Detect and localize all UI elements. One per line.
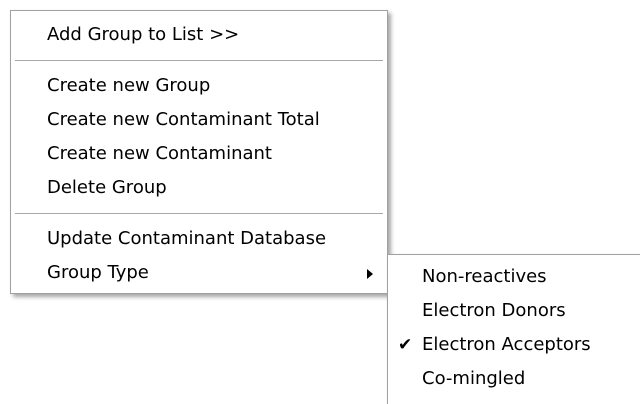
menu-item-label: Create new Group (47, 75, 211, 96)
context-menu: Add Group to List >> Create new Group Cr… (10, 10, 388, 294)
submenu-item-label: Electron Donors (422, 300, 566, 321)
menu-item-group-type[interactable]: Group Type (11, 256, 387, 290)
submenu-arrow-icon (367, 269, 373, 279)
checkmark-icon: ✔ (398, 335, 413, 355)
menu-item-add-group-to-list[interactable]: Add Group to List >> (11, 18, 387, 52)
submenu-item-non-reactives[interactable]: Non-reactives (388, 260, 640, 294)
menu-item-label: Update Contaminant Database (47, 228, 327, 249)
submenu-item-label: Non-reactives (422, 266, 547, 287)
submenu-item-label: Co-mingled (422, 368, 526, 389)
group-type-submenu: Non-reactives Electron Donors ✔ Electron… (387, 254, 640, 404)
menu-item-create-new-group[interactable]: Create new Group (11, 69, 387, 103)
menu-item-delete-group[interactable]: Delete Group (11, 171, 387, 205)
menu-item-label: Add Group to List >> (47, 24, 240, 45)
menu-item-create-new-contaminant[interactable]: Create new Contaminant (11, 137, 387, 171)
menu-item-create-new-contaminant-total[interactable]: Create new Contaminant Total (11, 103, 387, 137)
menu-item-label: Create new Contaminant Total (47, 109, 320, 130)
submenu-item-label: Electron Acceptors (422, 334, 591, 355)
menu-separator (15, 60, 383, 61)
menu-item-label: Create new Contaminant (47, 143, 272, 164)
menu-item-label: Delete Group (47, 177, 167, 198)
submenu-item-electron-donors[interactable]: Electron Donors (388, 294, 640, 328)
submenu-item-electron-acceptors[interactable]: ✔ Electron Acceptors (388, 328, 640, 362)
submenu-item-co-mingled[interactable]: Co-mingled (388, 362, 640, 396)
menu-item-label: Group Type (47, 262, 149, 283)
menu-item-update-contaminant-database[interactable]: Update Contaminant Database (11, 222, 387, 256)
menu-separator (15, 213, 383, 214)
